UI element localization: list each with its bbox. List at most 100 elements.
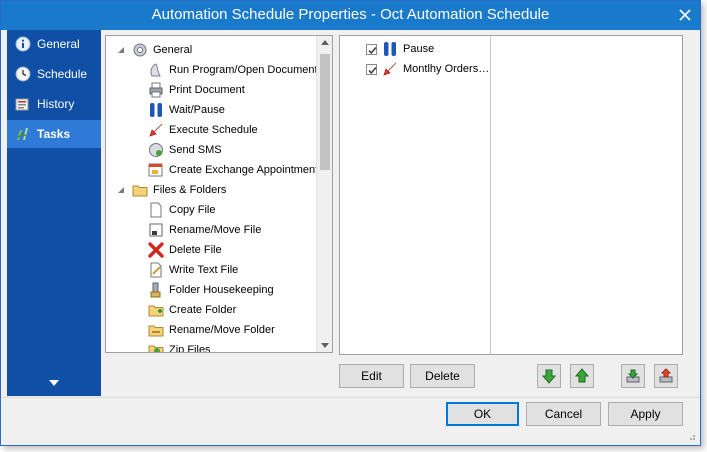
import-icon (626, 369, 640, 383)
pause-icon (150, 103, 162, 117)
info-icon (15, 36, 31, 52)
properties-window: Automation Schedule Properties - Oct Aut… (0, 0, 701, 446)
task-row-monthly-orders[interactable]: Montlhy Orders… (366, 59, 489, 79)
tree-item-write-text-file[interactable]: Write Text File (148, 260, 238, 280)
sidebar-item-general[interactable]: General (7, 30, 101, 58)
sidebar-item-tasks[interactable]: Tasks (7, 120, 101, 148)
tree-item-label: Folder Housekeeping (169, 284, 274, 296)
footer-separator (1, 397, 700, 398)
tree-item-label: Run Program/Open Document (169, 64, 318, 76)
run-program-icon (150, 63, 161, 77)
tree-item-zip-files[interactable]: Zip Files (148, 340, 211, 353)
tasks-icon (17, 128, 28, 140)
tree-scrollbar[interactable] (316, 36, 332, 352)
arrow-down-icon (541, 369, 557, 384)
delete-button[interactable]: Delete (410, 364, 475, 388)
task-label: Montlhy Orders… (403, 63, 490, 75)
zip-icon (148, 345, 164, 352)
move-up-button[interactable] (570, 364, 594, 388)
tree-item-wait-pause[interactable]: Wait/Pause (148, 100, 225, 120)
task-type-tree[interactable]: General Run Program/Open Document Print … (105, 35, 333, 353)
scroll-down-icon[interactable] (321, 343, 329, 348)
sidebar-item-label: History (37, 97, 75, 111)
delete-icon (148, 242, 164, 258)
folder-icon (132, 185, 148, 197)
tree-item-label: Create Folder (169, 304, 237, 316)
tree-item-label: Print Document (169, 84, 245, 96)
pause-icon (384, 42, 396, 56)
chevron-down-icon[interactable] (49, 380, 59, 386)
scheduled-task-list[interactable]: Pause Montlhy Orders… (339, 35, 683, 355)
tree-item-label: Copy File (169, 204, 216, 216)
tree-item-label: Write Text File (169, 264, 239, 276)
tree-item-execute-schedule[interactable]: Execute Schedule (148, 120, 258, 140)
rename-file-icon (149, 223, 163, 237)
tree-item-label: Zip Files (169, 344, 211, 353)
export-tasks-button[interactable] (654, 364, 678, 388)
collapse-arrow-icon[interactable] (116, 185, 126, 195)
write-text-icon (150, 262, 162, 278)
tree-item-label: Execute Schedule (169, 124, 258, 136)
tree-group-label: Files & Folders (153, 184, 227, 196)
column-divider (490, 36, 491, 354)
rename-folder-icon (148, 325, 164, 337)
tree-group-label: General (153, 44, 193, 56)
checkmark-icon (368, 46, 377, 54)
tree-item-label: Wait/Pause (169, 104, 225, 116)
execute-schedule-icon (383, 62, 397, 76)
sidebar-item-schedule[interactable]: Schedule (7, 60, 101, 88)
tree-item-label: Rename/Move File (169, 224, 262, 236)
tree-item-create-folder[interactable]: Create Folder (148, 300, 236, 320)
close-icon (679, 9, 691, 21)
clock-icon (15, 66, 31, 82)
tree-item-rename-move-file[interactable]: Rename/Move File (148, 220, 261, 240)
task-checkbox[interactable] (366, 43, 377, 55)
sidebar-item-history[interactable]: History (7, 90, 101, 118)
tree-item-create-exchange-appointment[interactable]: Create Exchange Appointment (148, 160, 318, 180)
task-checkbox[interactable] (366, 63, 377, 75)
ok-button[interactable]: OK (446, 402, 519, 426)
tree-item-label: Rename/Move Folder (169, 324, 275, 336)
tree-group-files-folders[interactable]: Files & Folders (116, 180, 226, 200)
scroll-up-icon[interactable] (321, 40, 329, 45)
sidebar-item-label: Schedule (37, 67, 88, 81)
sidebar-item-label: Tasks (37, 127, 71, 141)
collapse-arrow-icon[interactable] (116, 45, 126, 55)
tree-item-folder-housekeeping[interactable]: Folder Housekeeping (148, 280, 274, 300)
import-tasks-button[interactable] (621, 364, 645, 388)
copy-file-icon (150, 202, 162, 218)
tree-group-general[interactable]: General (116, 40, 192, 60)
tree-item-delete-file[interactable]: Delete File (148, 240, 222, 260)
resize-grip-icon[interactable] (686, 431, 696, 441)
title-bar: Automation Schedule Properties - Oct Aut… (1, 1, 700, 30)
cancel-button[interactable]: Cancel (526, 402, 601, 426)
history-icon (15, 98, 29, 111)
checkmark-icon (368, 66, 377, 74)
close-button[interactable] (678, 8, 692, 22)
tree-item-print-document[interactable]: Print Document (148, 80, 245, 100)
tree-item-label: Send SMS (169, 144, 222, 156)
apply-button[interactable]: Apply (608, 402, 683, 426)
scrollbar-thumb[interactable] (320, 54, 330, 170)
arrow-up-icon (574, 368, 590, 383)
sms-icon (149, 143, 163, 157)
sidebar-item-label: General (37, 37, 80, 51)
window-title: Automation Schedule Properties - Oct Aut… (151, 6, 550, 23)
housekeeping-icon (150, 282, 161, 298)
export-icon (659, 368, 673, 383)
exchange-appointment-icon (148, 163, 163, 177)
tree-item-label: Delete File (169, 244, 222, 256)
task-row-pause[interactable]: Pause (366, 39, 434, 59)
sidebar-nav: General Schedule History Tasks (7, 30, 101, 396)
tree-item-rename-move-folder[interactable]: Rename/Move Folder (148, 320, 275, 340)
create-folder-icon (148, 305, 164, 317)
tree-item-run-program[interactable]: Run Program/Open Document (148, 60, 318, 80)
move-down-button[interactable] (537, 364, 561, 388)
tree-item-copy-file[interactable]: Copy File (148, 200, 215, 220)
gear-icon (133, 43, 147, 57)
printer-icon (149, 82, 163, 98)
execute-schedule-icon (149, 123, 163, 137)
edit-button[interactable]: Edit (339, 364, 404, 388)
task-label: Pause (403, 43, 435, 55)
tree-item-send-sms[interactable]: Send SMS (148, 140, 222, 160)
